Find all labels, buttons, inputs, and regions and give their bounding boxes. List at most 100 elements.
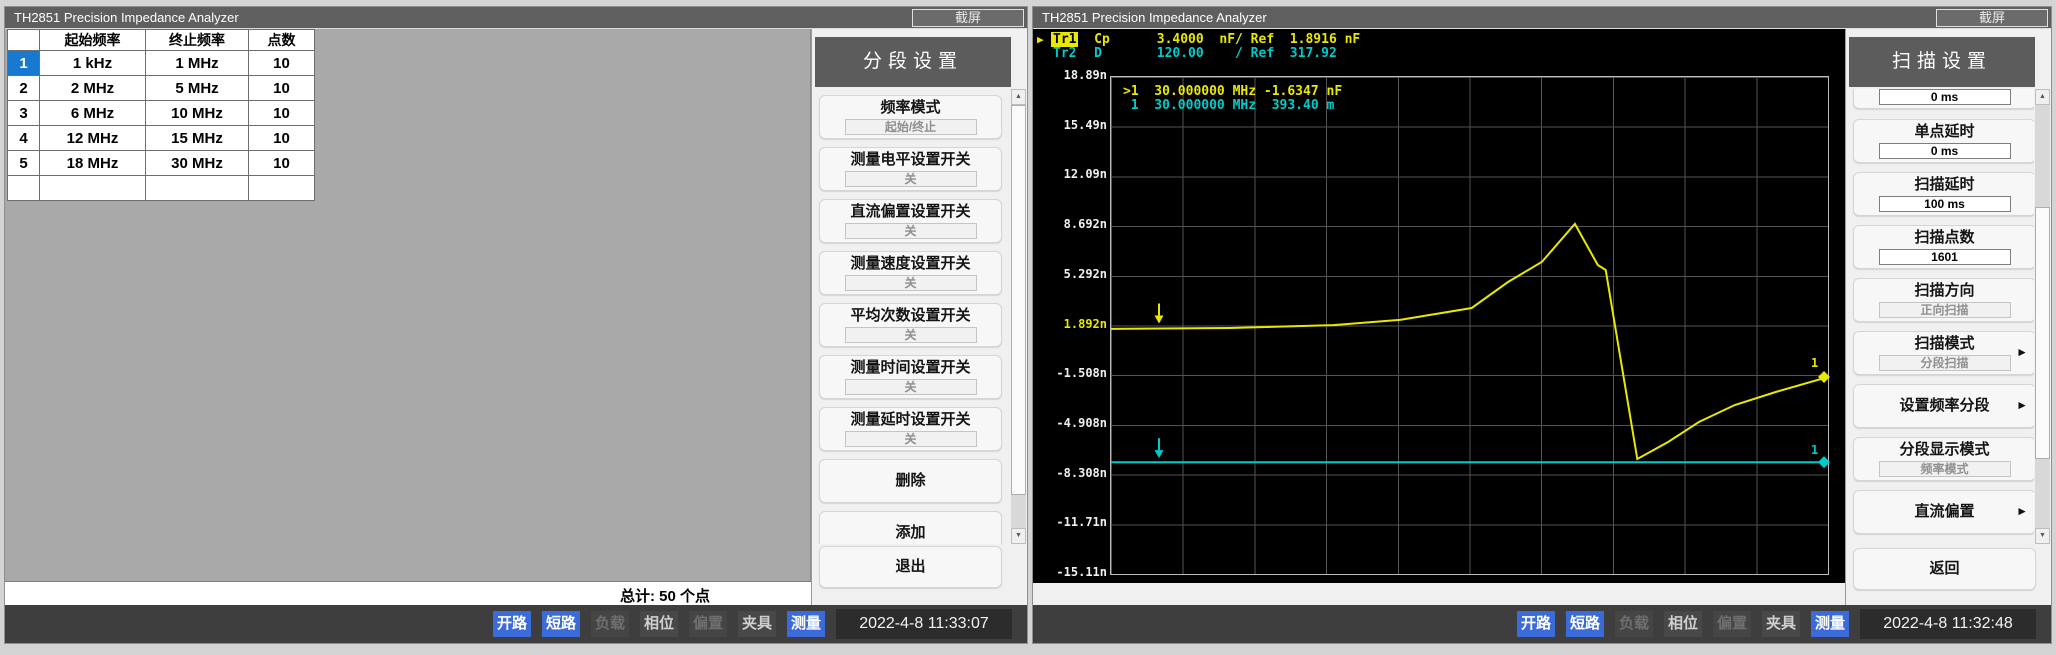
clipped-delay-button[interactable]: 0 ms bbox=[1853, 89, 2034, 109]
cell-start[interactable]: 2 MHz bbox=[40, 76, 146, 101]
table-row[interactable]: 4 12 MHz 15 MHz 10 bbox=[8, 126, 315, 151]
trace2-name: Tr2 bbox=[1051, 46, 1078, 61]
submenu-arrow-icon: ► bbox=[2016, 504, 2028, 518]
delete-button[interactable]: 删除 bbox=[819, 459, 1002, 503]
header-points: 点数 bbox=[249, 30, 315, 51]
measure-button[interactable]: 测量 bbox=[787, 611, 825, 637]
cell-stop[interactable]: 1 MHz bbox=[146, 51, 249, 76]
fixture-button[interactable]: 夹具 bbox=[738, 611, 776, 637]
trace1-name: Tr1 bbox=[1051, 32, 1078, 47]
level-switch-button[interactable]: 测量电平设置开关 关 bbox=[819, 147, 1002, 191]
table-row[interactable]: 1 1 kHz 1 MHz 10 bbox=[8, 51, 315, 76]
sweep-direction-button[interactable]: 扫描方向 正向扫描 bbox=[1853, 278, 2034, 322]
sweep-mode-button[interactable]: 扫描模式 分段扫描 ► bbox=[1853, 331, 2034, 375]
cell-points[interactable]: 10 bbox=[249, 51, 315, 76]
panel-scrollbar[interactable]: ▲ ▼ bbox=[2035, 89, 2050, 544]
table-row-empty[interactable] bbox=[8, 176, 315, 201]
row-index-selected[interactable]: 1 bbox=[8, 51, 40, 76]
scroll-up-icon[interactable]: ▲ bbox=[2035, 89, 2050, 105]
average-switch-button[interactable]: 平均次数设置开关 关 bbox=[819, 303, 1002, 347]
y-tick: 12.09n bbox=[1037, 167, 1107, 181]
point-delay-button[interactable]: 单点延时 0 ms bbox=[1853, 119, 2034, 163]
meas-time-switch-button[interactable]: 测量时间设置开关 关 bbox=[819, 355, 1002, 399]
phase-button[interactable]: 相位 bbox=[1664, 611, 1702, 637]
open-correction-button[interactable]: 开路 bbox=[493, 611, 531, 637]
cell-points[interactable]: 10 bbox=[249, 151, 315, 176]
dc-bias-switch-button[interactable]: 直流偏置设置开关 关 bbox=[819, 199, 1002, 243]
cell-stop[interactable]: 10 MHz bbox=[146, 101, 249, 126]
marker1-diamond-tr2 bbox=[1818, 456, 1830, 468]
cell-points[interactable]: 10 bbox=[249, 126, 315, 151]
plot-area: >1 30.000000 MHz -1.6347 nF 1 30.000000 … bbox=[1110, 76, 1829, 575]
titlebar: TH2851 Precision Impedance Analyzer 截屏 bbox=[5, 7, 1027, 29]
scrollbar-thumb[interactable] bbox=[1011, 105, 1026, 495]
open-correction-button[interactable]: 开路 bbox=[1517, 611, 1555, 637]
row-index[interactable]: 4 bbox=[8, 126, 40, 151]
cell-stop[interactable]: 30 MHz bbox=[146, 151, 249, 176]
screenshot-button[interactable]: 截屏 bbox=[912, 9, 1024, 27]
scroll-up-icon[interactable]: ▲ bbox=[1011, 89, 1026, 105]
cell-start[interactable]: 6 MHz bbox=[40, 101, 146, 126]
set-freq-segments-button[interactable]: 设置频率分段 ► bbox=[1853, 384, 2034, 428]
measure-button[interactable]: 测量 bbox=[1811, 611, 1849, 637]
row-index[interactable]: 5 bbox=[8, 151, 40, 176]
cell-start[interactable]: 18 MHz bbox=[40, 151, 146, 176]
row-index[interactable]: 3 bbox=[8, 101, 40, 126]
ref-level-arrowhead-tr1 bbox=[1155, 315, 1164, 323]
segment-display-mode-button[interactable]: 分段显示模式 频率模式 bbox=[1853, 437, 2034, 481]
bias-button[interactable]: 偏置 bbox=[1713, 611, 1751, 637]
sweep-delay-value: 100 ms bbox=[1879, 196, 2011, 212]
cell-stop[interactable]: 5 MHz bbox=[146, 76, 249, 101]
row-index[interactable]: 2 bbox=[8, 76, 40, 101]
cell-start[interactable]: 12 MHz bbox=[40, 126, 146, 151]
back-button[interactable]: 返回 bbox=[1853, 548, 2036, 590]
load-correction-button[interactable]: 负载 bbox=[1615, 611, 1653, 637]
exit-button[interactable]: 退出 bbox=[819, 546, 1002, 588]
sweep-delay-button[interactable]: 扫描延时 100 ms bbox=[1853, 172, 2034, 216]
table-row[interactable]: 3 6 MHz 10 MHz 10 bbox=[8, 101, 315, 126]
table-background: 起始频率 终止频率 点数 1 1 kHz 1 MHz 10 2 2 MHz 5 … bbox=[5, 29, 811, 581]
cell-points[interactable]: 10 bbox=[249, 101, 315, 126]
trace1-legend[interactable]: ▶Tr1 Cp 3.4000 nF/ Ref 1.8916 nF bbox=[1037, 32, 1360, 46]
fixture-button[interactable]: 夹具 bbox=[1762, 611, 1800, 637]
phase-button[interactable]: 相位 bbox=[640, 611, 678, 637]
dc-bias-switch-value: 关 bbox=[845, 223, 977, 239]
row-index[interactable] bbox=[8, 176, 40, 201]
table-row[interactable]: 5 18 MHz 30 MHz 10 bbox=[8, 151, 315, 176]
cell-stop[interactable] bbox=[146, 176, 249, 201]
load-correction-button[interactable]: 负载 bbox=[591, 611, 629, 637]
table-row[interactable]: 2 2 MHz 5 MHz 10 bbox=[8, 76, 315, 101]
freq-mode-button[interactable]: 频率模式 起始/终止 bbox=[819, 95, 1002, 139]
short-correction-button[interactable]: 短路 bbox=[542, 611, 580, 637]
meas-delay-switch-button[interactable]: 测量延时设置开关 关 bbox=[819, 407, 1002, 451]
scroll-down-icon[interactable]: ▼ bbox=[2035, 528, 2050, 544]
sweep-points-button[interactable]: 扫描点数 1601 bbox=[1853, 225, 2034, 269]
speed-switch-button[interactable]: 测量速度设置开关 关 bbox=[819, 251, 1002, 295]
window-title: TH2851 Precision Impedance Analyzer bbox=[1042, 10, 1267, 25]
sweep-points-value: 1601 bbox=[1879, 249, 2011, 265]
y-tick: -1.508n bbox=[1037, 366, 1107, 380]
bias-button[interactable]: 偏置 bbox=[689, 611, 727, 637]
cell-points[interactable]: 10 bbox=[249, 76, 315, 101]
scrollbar-thumb[interactable] bbox=[2035, 207, 2050, 459]
meas-delay-switch-value: 关 bbox=[845, 431, 977, 447]
y-tick-reference: 1.892n bbox=[1037, 317, 1107, 331]
marker1-number-tr1: 1 bbox=[1811, 356, 1818, 370]
segment-setup-panel: 分段设置 频率模式 起始/终止 测量电平设置开关 关 直流偏置设置开关 关 测量… bbox=[811, 29, 1027, 605]
y-tick: -11.71n bbox=[1037, 515, 1107, 529]
cell-stop[interactable]: 15 MHz bbox=[146, 126, 249, 151]
trace1-readout: Cp 3.4000 nF/ Ref 1.8916 nF bbox=[1078, 32, 1360, 47]
cell-points[interactable] bbox=[249, 176, 315, 201]
cell-start[interactable]: 1 kHz bbox=[40, 51, 146, 76]
dc-bias-button[interactable]: 直流偏置 ► bbox=[1853, 490, 2034, 534]
panel-scrollbar[interactable]: ▲ ▼ bbox=[1011, 89, 1026, 544]
clock: 2022-4-8 11:33:07 bbox=[836, 609, 1012, 639]
screenshot-button[interactable]: 截屏 bbox=[1936, 9, 2048, 27]
cell-start[interactable] bbox=[40, 176, 146, 201]
scroll-down-icon[interactable]: ▼ bbox=[1011, 528, 1026, 544]
window-sweep-chart: TH2851 Precision Impedance Analyzer 截屏 ▶… bbox=[1032, 6, 2052, 644]
short-correction-button[interactable]: 短路 bbox=[1566, 611, 1604, 637]
trace2-legend[interactable]: Tr2 D 120.00 / Ref 317.92 bbox=[1037, 46, 1337, 60]
add-button[interactable]: 添加 bbox=[819, 511, 1002, 544]
panel-scroll-area: 频率模式 起始/终止 测量电平设置开关 关 直流偏置设置开关 关 测量速度设置开… bbox=[812, 89, 1010, 544]
